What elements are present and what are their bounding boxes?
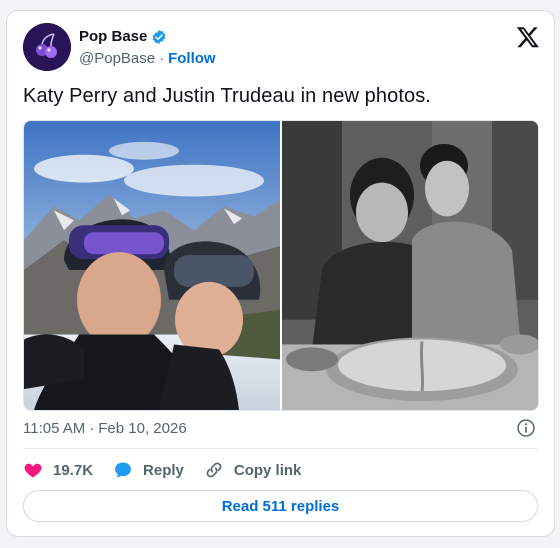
separator-dot: · [159, 50, 165, 67]
author-name-row: Pop Base [79, 28, 167, 45]
divider [23, 448, 538, 449]
read-replies-button[interactable]: Read 511 replies [23, 490, 538, 522]
photo-ski-selfie[interactable] [24, 121, 280, 410]
speech-bubble-icon [115, 462, 131, 478]
info-icon[interactable] [516, 418, 536, 438]
author-handle[interactable]: @PopBase [79, 50, 155, 67]
tweet-date: Feb 10, 2026 [98, 420, 187, 437]
like-button[interactable]: 19.7K [23, 460, 93, 480]
follow-button[interactable]: Follow [168, 50, 216, 67]
heart-icon [24, 463, 42, 478]
timestamp-separator: · [89, 420, 95, 437]
avatar[interactable] [23, 23, 71, 71]
verified-badge-icon [153, 29, 166, 44]
author-handle-row: @PopBase · Follow [79, 50, 216, 67]
photo-dinner[interactable] [282, 121, 538, 410]
timestamp[interactable]: 11:05 AM · Feb 10, 2026 [23, 420, 187, 437]
reply-button[interactable]: Reply [113, 460, 184, 480]
action-bar: 19.7K Reply Copy link [23, 460, 301, 480]
media-grid [23, 120, 539, 411]
tweet-text: Katy Perry and Justin Trudeau in new pho… [23, 85, 431, 107]
tweet-card: Pop Base @PopBase · Follow Katy Perry an… [6, 10, 555, 537]
x-logo-icon[interactable] [516, 25, 540, 49]
copy-link-button[interactable]: Copy link [204, 460, 302, 480]
author-display-name[interactable]: Pop Base [79, 28, 147, 45]
link-icon [206, 462, 222, 478]
reply-label: Reply [143, 461, 184, 479]
copy-link-label: Copy link [233, 461, 302, 479]
like-count: 19.7K [53, 461, 94, 479]
pop-base-logo-icon [23, 23, 71, 71]
tweet-time: 11:05 AM [23, 420, 86, 437]
